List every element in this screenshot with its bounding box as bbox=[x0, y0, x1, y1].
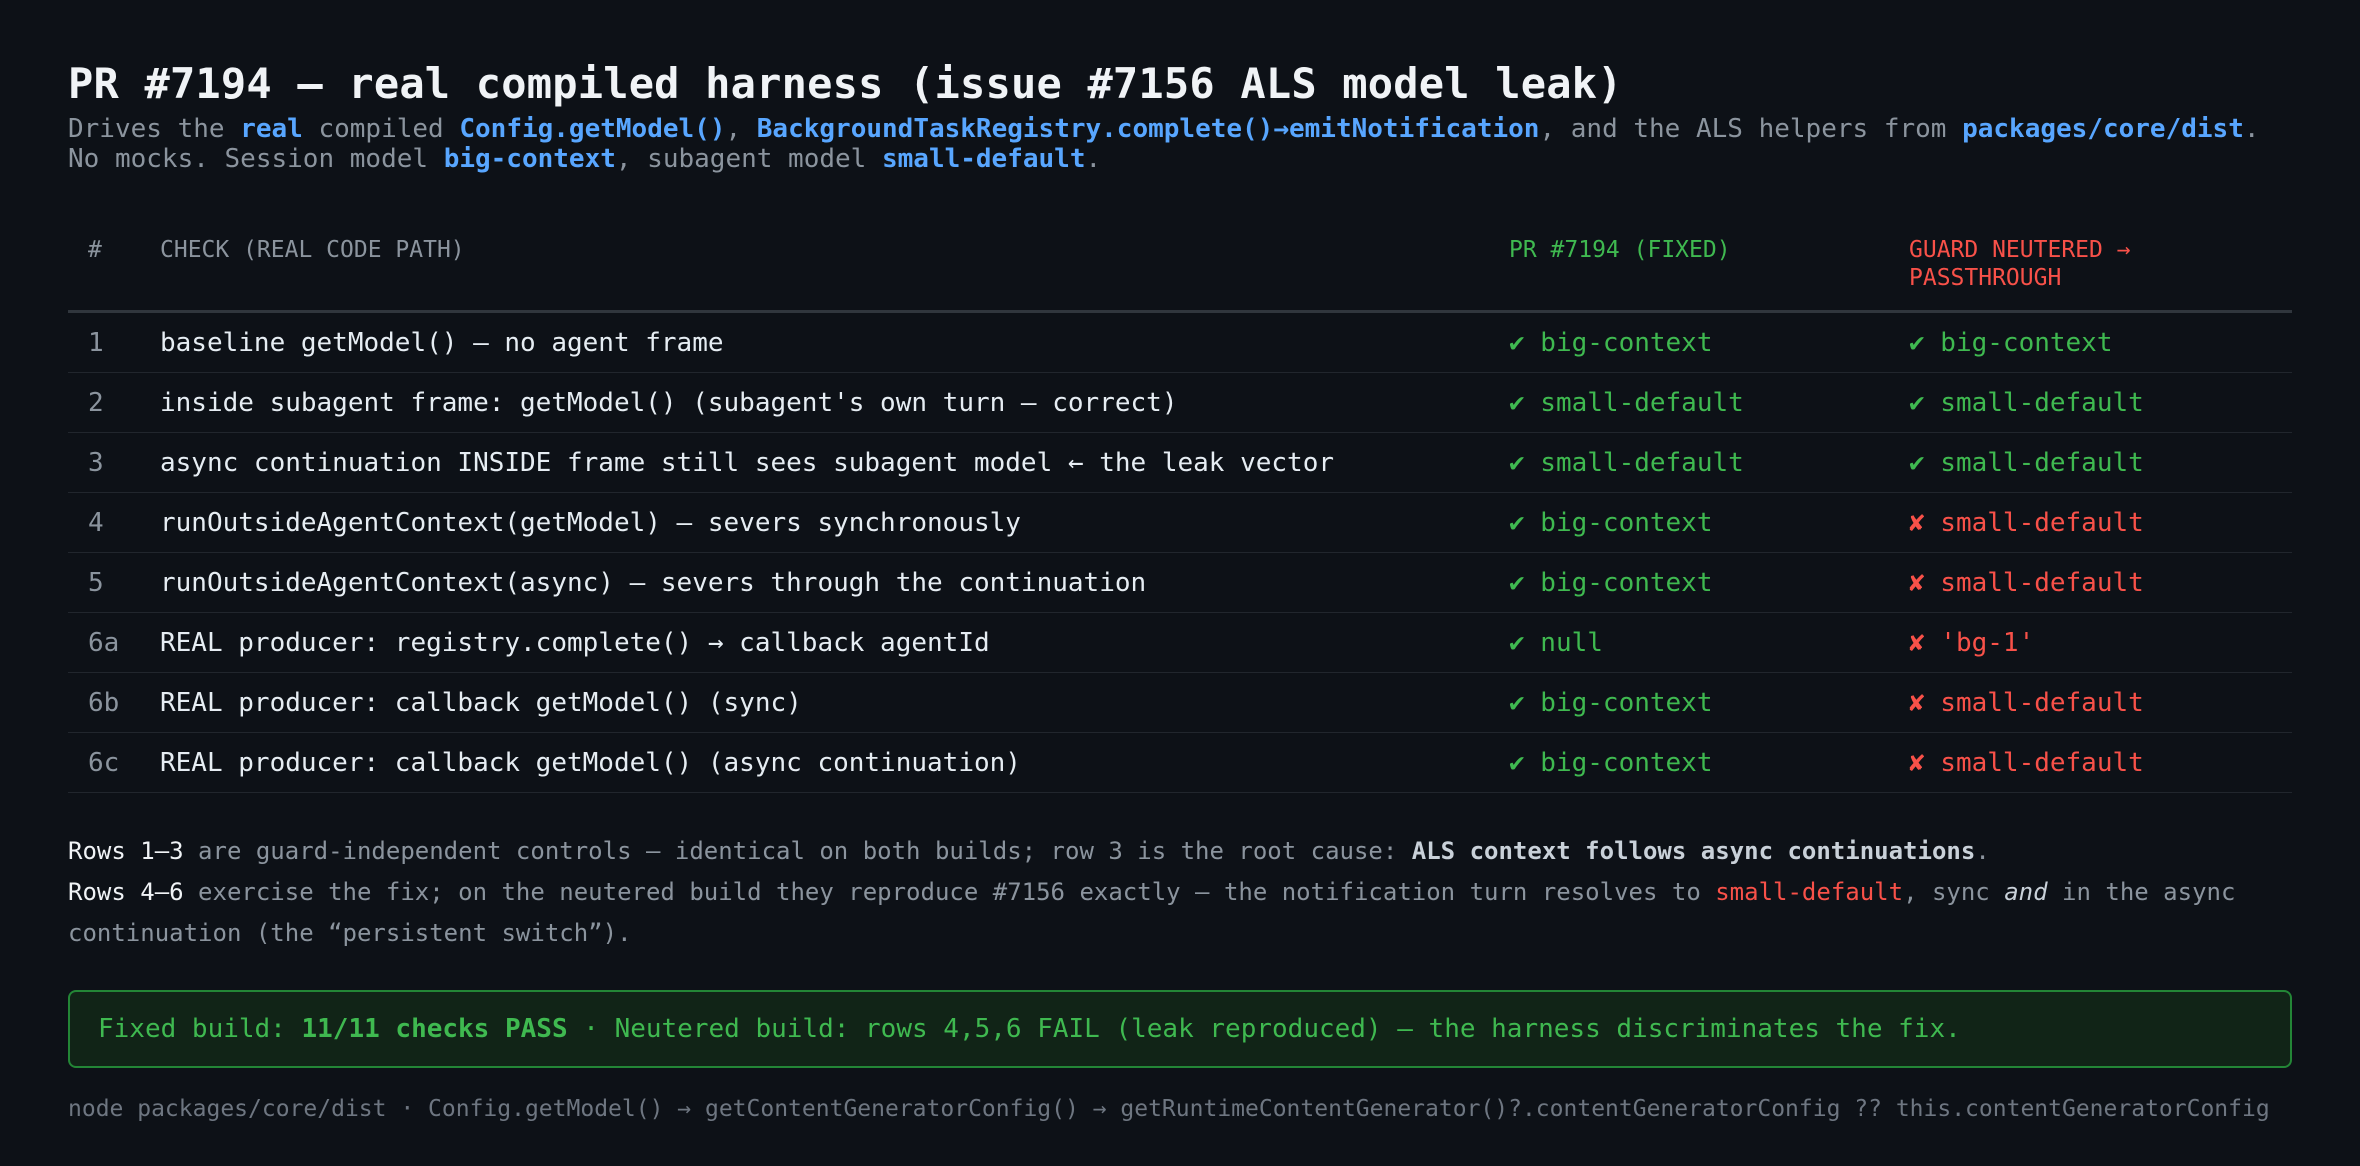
note-lead: Rows 1–3 bbox=[68, 837, 184, 865]
row-neutered-result: ✘ small-default bbox=[1909, 552, 2292, 613]
banner-text: · Neutered build: rows 4,5,6 FAIL (leak … bbox=[567, 1014, 1961, 1044]
row-fixed-result: ✔ big-context bbox=[1509, 311, 1909, 373]
subtitle-highlight: Config.getModel() bbox=[459, 114, 726, 144]
note-text: , sync bbox=[1903, 878, 2005, 906]
row-check: baseline getModel() — no agent frame bbox=[160, 311, 1509, 373]
subtitle-highlight: small-default bbox=[881, 144, 1086, 174]
table-row: 3 async continuation INSIDE frame still s… bbox=[68, 432, 2292, 493]
table-row: 2 inside subagent frame: getModel() (suba… bbox=[68, 372, 2292, 433]
note-rows-4-6: Rows 4–6 exercise the fix; on the neuter… bbox=[68, 872, 2292, 913]
checks-table: # CHECK (REAL CODE PATH) PR #7194 (FIXED… bbox=[68, 220, 2292, 793]
table-header-row: # CHECK (REAL CODE PATH) PR #7194 (FIXED… bbox=[68, 220, 2292, 313]
row-number: 3 bbox=[68, 432, 160, 493]
row-check: REAL producer: callback getModel() (sync… bbox=[160, 672, 1509, 733]
row-fixed-result: ✔ big-context bbox=[1509, 492, 1909, 553]
banner-pass-count: 11/11 checks PASS bbox=[301, 1014, 568, 1044]
note-text: in the async bbox=[2047, 878, 2236, 906]
harness-report: PR #7194 — real compiled harness (issue … bbox=[68, 56, 2292, 1122]
row-number: 6b bbox=[68, 672, 160, 733]
column-header-number: # bbox=[68, 220, 160, 313]
table-row: 1 baseline getModel() — no agent frame ✔ b… bbox=[68, 311, 2292, 373]
row-fixed-result: ✔ big-context bbox=[1509, 552, 1909, 613]
subtitle-highlight: BackgroundTaskRegistry.complete()→emitNo… bbox=[756, 114, 1540, 144]
subtitle-text: , bbox=[725, 114, 757, 144]
row-number: 4 bbox=[68, 492, 160, 553]
note-text: are guard-independent controls — identic… bbox=[183, 837, 1412, 865]
note-text: . bbox=[1975, 837, 1990, 865]
row-neutered-result: ✘ 'bg-1' bbox=[1909, 612, 2292, 673]
subtitle-highlight: packages/core/dist bbox=[1962, 114, 2244, 144]
row-check: runOutsideAgentContext(async) — severs t… bbox=[160, 552, 1509, 613]
row-fixed-result: ✔ big-context bbox=[1509, 732, 1909, 793]
table-row: 4 runOutsideAgentContext(getModel) — seve… bbox=[68, 492, 2292, 553]
footer-code-path: node packages/core/dist · Config.getMode… bbox=[68, 1096, 2270, 1122]
note-text: exercise the fix; on the neutered build … bbox=[183, 878, 1716, 906]
note-lead: Rows 4–6 bbox=[68, 878, 184, 906]
row-check: async continuation INSIDE frame still se… bbox=[160, 432, 1509, 493]
row-fixed-result: ✔ big-context bbox=[1509, 672, 1909, 733]
subtitle-text: . bbox=[2243, 114, 2260, 144]
note-italic: and bbox=[2004, 878, 2048, 906]
note-rows-1-3: Rows 1–3 are guard-independent controls … bbox=[68, 831, 2292, 872]
row-neutered-result: ✔ big-context bbox=[1909, 311, 2292, 373]
notes: Rows 1–3 are guard-independent controls … bbox=[68, 831, 2292, 954]
note-continuation: continuation (the “persistent switch”). bbox=[68, 919, 632, 947]
subtitle-text: , subagent model bbox=[615, 144, 882, 174]
row-check: REAL producer: callback getModel() (asyn… bbox=[160, 732, 1509, 793]
subtitle-text: compiled bbox=[302, 114, 460, 144]
page-subtitle: Drives the real compiled Config.getModel… bbox=[68, 114, 2292, 174]
table-row: 6b REAL producer: callback getModel() (sy… bbox=[68, 672, 2292, 733]
note-emphasis: ALS context follows async continuations bbox=[1411, 837, 1976, 865]
subtitle-line-2: No mocks. Session model big-context, sub… bbox=[68, 144, 2292, 174]
row-check: inside subagent frame: getModel() (subag… bbox=[160, 372, 1509, 433]
column-header-check: CHECK (REAL CODE PATH) bbox=[160, 220, 1509, 313]
row-fixed-result: ✔ null bbox=[1509, 612, 1909, 673]
subtitle-highlight: real bbox=[240, 114, 303, 144]
row-neutered-result: ✔ small-default bbox=[1909, 432, 2292, 493]
row-neutered-result: ✘ small-default bbox=[1909, 492, 2292, 553]
row-check: REAL producer: registry.complete() → cal… bbox=[160, 612, 1509, 673]
row-fixed-result: ✔ small-default bbox=[1509, 432, 1909, 493]
row-neutered-result: ✔ small-default bbox=[1909, 372, 2292, 433]
page-title: PR #7194 — real compiled harness (issue … bbox=[68, 59, 1623, 108]
row-fixed-result: ✔ small-default bbox=[1509, 372, 1909, 433]
column-header-fixed: PR #7194 (FIXED) bbox=[1509, 220, 1909, 313]
table-row: 6a REAL producer: registry.complete() → c… bbox=[68, 612, 2292, 673]
subtitle-text: , and the ALS helpers from bbox=[1539, 114, 1963, 144]
column-header-neutered: GUARD NEUTERED → PASSTHROUGH bbox=[1909, 220, 2292, 313]
result-banner: Fixed build: 11/11 checks PASS · Neutere… bbox=[68, 990, 2292, 1068]
subtitle-highlight: big-context bbox=[443, 144, 616, 174]
row-check: runOutsideAgentContext(getModel) — sever… bbox=[160, 492, 1509, 553]
subtitle-text: . bbox=[1085, 144, 1102, 174]
row-number: 1 bbox=[68, 311, 160, 373]
row-neutered-result: ✘ small-default bbox=[1909, 672, 2292, 733]
note-model-name: small-default bbox=[1715, 878, 1904, 906]
table-row: 5 runOutsideAgentContext(async) — severs … bbox=[68, 552, 2292, 613]
banner-text: Fixed build: bbox=[98, 1014, 302, 1044]
row-number: 6a bbox=[68, 612, 160, 673]
table-row: 6c REAL producer: callback getModel() (as… bbox=[68, 732, 2292, 793]
row-neutered-result: ✘ small-default bbox=[1909, 732, 2292, 793]
subtitle-line-1: Drives the real compiled Config.getModel… bbox=[68, 114, 2292, 144]
subtitle-text: Drives the bbox=[68, 114, 241, 144]
row-number: 6c bbox=[68, 732, 160, 793]
subtitle-text: No mocks. Session model bbox=[68, 144, 444, 174]
row-number: 5 bbox=[68, 552, 160, 613]
row-number: 2 bbox=[68, 372, 160, 433]
